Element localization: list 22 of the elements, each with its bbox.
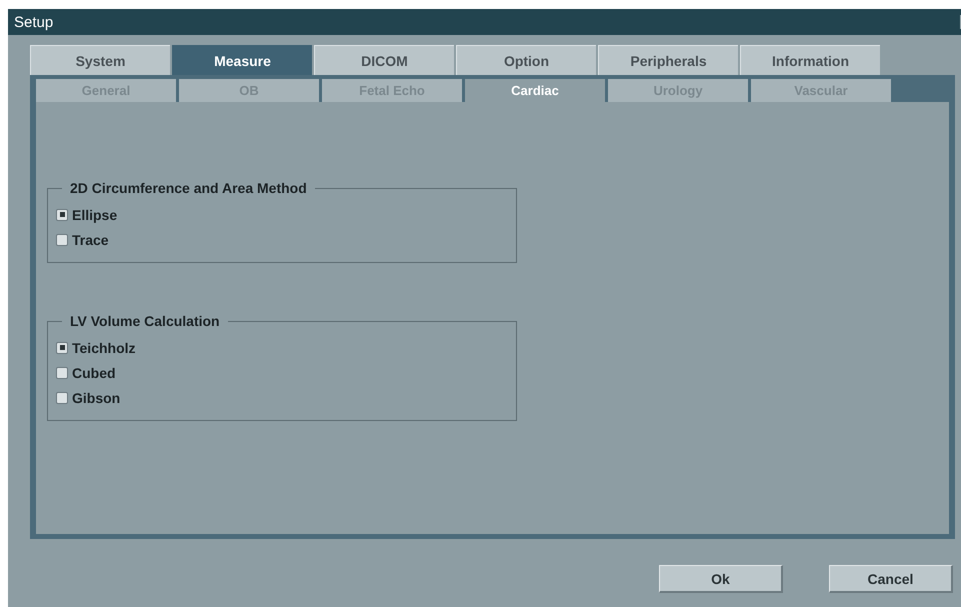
- option-label[interactable]: Ellipse: [72, 206, 118, 222]
- dialog-button[interactable]: Ok: [659, 565, 783, 593]
- tab[interactable]: System: [30, 45, 170, 75]
- group-title: 2D Circumference and Area Method: [69, 180, 308, 196]
- radio-button[interactable]: [56, 366, 68, 378]
- tab[interactable]: Information: [740, 45, 880, 75]
- tab[interactable]: DICOM: [314, 45, 454, 75]
- tab[interactable]: Measure: [172, 45, 312, 75]
- radio-button[interactable]: [56, 392, 68, 404]
- tab[interactable]: Option: [456, 45, 596, 75]
- radio-button[interactable]: [56, 342, 68, 354]
- group-title: LV Volume Calculation: [69, 313, 221, 329]
- radio-button[interactable]: [56, 234, 68, 246]
- option-label[interactable]: Cubed: [72, 364, 116, 380]
- option-label[interactable]: Teichholz: [72, 340, 136, 356]
- tab[interactable]: Peripherals: [598, 45, 738, 75]
- option-label[interactable]: Gibson: [72, 390, 120, 406]
- subtab[interactable]: Cardiac: [465, 79, 605, 102]
- dialog-button[interactable]: Cancel: [829, 565, 953, 593]
- option-label[interactable]: Trace: [72, 232, 109, 248]
- window-title: Setup: [14, 14, 54, 30]
- radio-button[interactable]: [56, 208, 68, 220]
